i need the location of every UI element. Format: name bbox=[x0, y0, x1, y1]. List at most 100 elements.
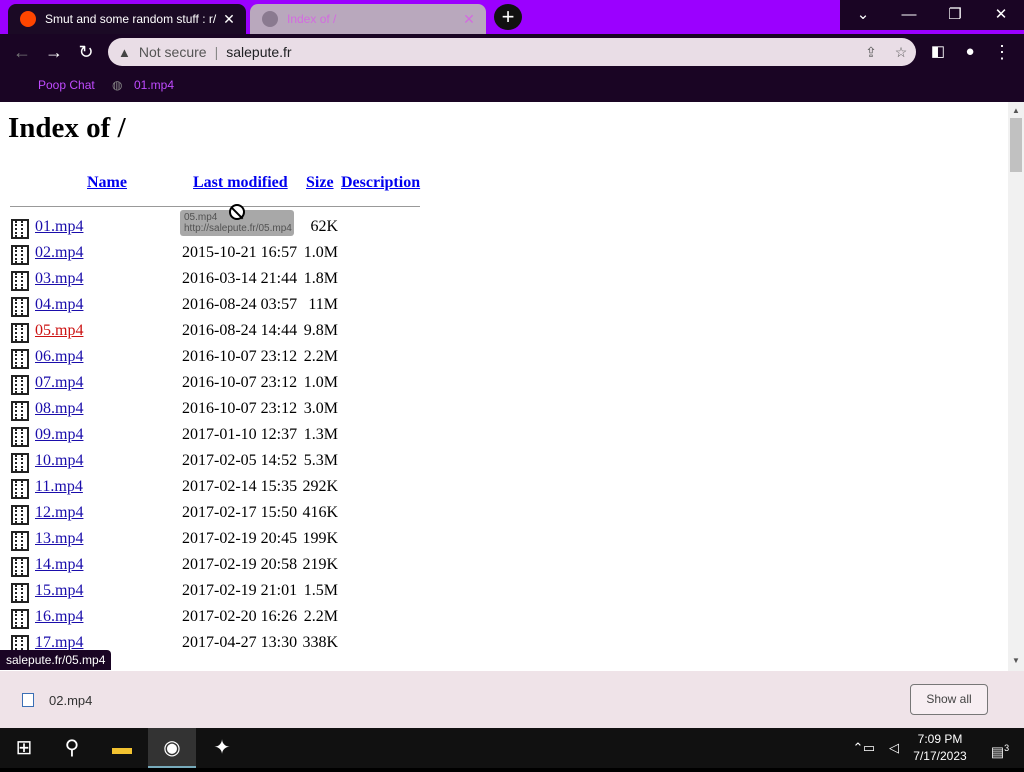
warning-icon[interactable]: ▲ bbox=[118, 45, 131, 60]
file-modified: 2017-02-17 15:50 bbox=[182, 504, 298, 521]
video-file-icon bbox=[11, 427, 29, 447]
tab-index[interactable]: Index of / ✕ bbox=[250, 4, 486, 34]
file-link[interactable]: 09.mp4 bbox=[35, 426, 83, 444]
clock[interactable]: 7:09 PM 7/17/2023 bbox=[906, 731, 974, 765]
file-row: 15.mp4 2017-02-19 21:01 1.5M bbox=[0, 582, 360, 608]
volume-icon[interactable]: ◁ bbox=[882, 728, 906, 768]
video-file-icon bbox=[11, 479, 29, 499]
tab-title: Index of / bbox=[287, 12, 337, 26]
file-link[interactable]: 10.mp4 bbox=[35, 452, 83, 470]
file-modified: 2017-04-27 13:30 bbox=[182, 634, 298, 651]
tab-title: Smut and some random stuff : r/ bbox=[45, 12, 217, 26]
tab-close-icon[interactable]: ✕ bbox=[218, 11, 240, 28]
file-link[interactable]: 12.mp4 bbox=[35, 504, 83, 522]
file-row: 12.mp4 2017-02-17 15:50 416K bbox=[0, 504, 360, 530]
app-icon[interactable]: ✦ bbox=[198, 728, 246, 768]
side-panel-icon[interactable]: ◧ bbox=[926, 40, 950, 64]
globe-favicon-icon bbox=[262, 11, 278, 27]
scroll-thumb[interactable] bbox=[1010, 118, 1022, 172]
file-modified: 2017-02-19 21:01 bbox=[182, 582, 298, 599]
tab-reddit[interactable]: Smut and some random stuff : r/ ✕ bbox=[8, 4, 246, 34]
video-file-icon bbox=[11, 531, 29, 551]
file-link[interactable]: 06.mp4 bbox=[35, 348, 83, 366]
share-icon[interactable]: ⇪ bbox=[856, 44, 886, 61]
chrome-icon[interactable]: ◉ bbox=[148, 728, 196, 768]
download-item[interactable]: 02.mp4 bbox=[49, 693, 92, 708]
file-icon[interactable] bbox=[22, 693, 34, 707]
file-link[interactable]: 04.mp4 bbox=[35, 296, 83, 314]
file-link[interactable]: 14.mp4 bbox=[35, 556, 83, 574]
security-label[interactable]: Not secure bbox=[139, 44, 207, 60]
divider bbox=[10, 206, 420, 207]
file-modified: 2016-10-07 23:12 bbox=[182, 348, 298, 365]
reload-button[interactable]: ↻ bbox=[74, 40, 98, 64]
video-file-icon bbox=[11, 323, 29, 343]
notifications-icon[interactable]: ▤3 bbox=[976, 728, 1024, 768]
file-size: 1.0M bbox=[303, 374, 338, 391]
file-link[interactable]: 08.mp4 bbox=[35, 400, 83, 418]
scroll-down-icon[interactable]: ▼ bbox=[1010, 656, 1022, 668]
address-bar[interactable]: ▲ Not secure | salepute.fr ⇪ ☆ bbox=[108, 38, 916, 66]
bookmark-01-mp4[interactable]: 01.mp4 bbox=[134, 78, 174, 92]
file-link[interactable]: 11.mp4 bbox=[35, 478, 83, 496]
file-row: 11.mp4 2017-02-14 15:35 292K bbox=[0, 478, 360, 504]
video-file-icon bbox=[11, 375, 29, 395]
file-link[interactable]: 15.mp4 bbox=[35, 582, 83, 600]
video-file-icon bbox=[11, 557, 29, 577]
column-size-header[interactable]: Size bbox=[306, 174, 334, 192]
drag-ghost-url: http://salepute.fr/05.mp4 bbox=[184, 223, 292, 234]
restore-button[interactable]: ❐ bbox=[932, 0, 978, 30]
search-icon[interactable]: ⚲ bbox=[48, 728, 96, 768]
file-row: 08.mp4 2016-10-07 23:12 3.0M bbox=[0, 400, 360, 426]
minimize-button[interactable]: — bbox=[886, 0, 932, 30]
file-link[interactable]: 16.mp4 bbox=[35, 608, 83, 626]
file-size: 1.8M bbox=[303, 270, 338, 287]
show-all-button[interactable]: Show all bbox=[910, 684, 988, 715]
new-tab-button[interactable]: + bbox=[494, 4, 522, 30]
bookmark-star-icon[interactable]: ☆ bbox=[886, 44, 916, 61]
file-row: 03.mp4 2016-03-14 21:44 1.8M bbox=[0, 270, 360, 296]
reddit-favicon-icon bbox=[20, 11, 36, 27]
forward-button[interactable]: → bbox=[42, 40, 66, 64]
file-explorer-icon[interactable]: ▬ bbox=[98, 728, 146, 768]
menu-kebab-icon[interactable]: ⋮ bbox=[990, 40, 1014, 64]
file-modified: 2017-01-10 12:37 bbox=[182, 426, 298, 443]
file-link[interactable]: 02.mp4 bbox=[35, 244, 83, 262]
windows-start-icon[interactable]: ⊞ bbox=[0, 728, 48, 768]
tab-close-icon[interactable]: ✕ bbox=[458, 11, 480, 28]
file-link[interactable]: 07.mp4 bbox=[35, 374, 83, 392]
file-modified: 2015-10-21 16:57 bbox=[182, 244, 298, 261]
column-modified-header[interactable]: Last modified bbox=[193, 174, 288, 192]
file-row: 06.mp4 2016-10-07 23:12 2.2M bbox=[0, 348, 360, 374]
file-size: 11M bbox=[308, 296, 338, 313]
scroll-up-icon[interactable]: ▲ bbox=[1010, 106, 1022, 118]
tab-search-button[interactable]: ⌄ bbox=[840, 0, 886, 30]
video-file-icon bbox=[11, 245, 29, 265]
file-modified: 2017-02-19 20:45 bbox=[182, 530, 298, 547]
file-link[interactable]: 03.mp4 bbox=[35, 270, 83, 288]
column-name-header[interactable]: Name bbox=[87, 174, 127, 192]
file-link[interactable]: 01.mp4 bbox=[35, 218, 83, 236]
bookmark-poop-chat[interactable]: Poop Chat bbox=[38, 78, 95, 92]
file-row: 16.mp4 2017-02-20 16:26 2.2M bbox=[0, 608, 360, 634]
network-icon[interactable]: ▭ bbox=[856, 728, 882, 768]
profile-icon[interactable]: ● bbox=[958, 40, 982, 64]
file-row: 13.mp4 2017-02-19 20:45 199K bbox=[0, 530, 360, 556]
back-button[interactable]: ← bbox=[10, 40, 34, 64]
file-row: 07.mp4 2016-10-07 23:12 1.0M bbox=[0, 374, 360, 400]
bookmarks-bar: Poop Chat ◍ 01.mp4 bbox=[0, 70, 1024, 102]
video-file-icon bbox=[11, 219, 29, 239]
video-file-icon bbox=[11, 583, 29, 603]
clock-date: 7/17/2023 bbox=[913, 749, 967, 763]
file-link[interactable]: 05.mp4 bbox=[35, 322, 83, 340]
file-size: 1.0M bbox=[303, 244, 338, 261]
file-link[interactable]: 13.mp4 bbox=[35, 530, 83, 548]
close-window-button[interactable]: ✕ bbox=[978, 0, 1024, 30]
column-description-header[interactable]: Description bbox=[341, 174, 420, 192]
file-size: 2.2M bbox=[303, 608, 338, 625]
url-text[interactable]: salepute.fr bbox=[226, 44, 856, 60]
video-file-icon bbox=[11, 271, 29, 291]
file-size: 219K bbox=[302, 556, 338, 573]
scrollbar[interactable] bbox=[1008, 102, 1024, 671]
file-modified: 2017-02-14 15:35 bbox=[182, 478, 298, 495]
